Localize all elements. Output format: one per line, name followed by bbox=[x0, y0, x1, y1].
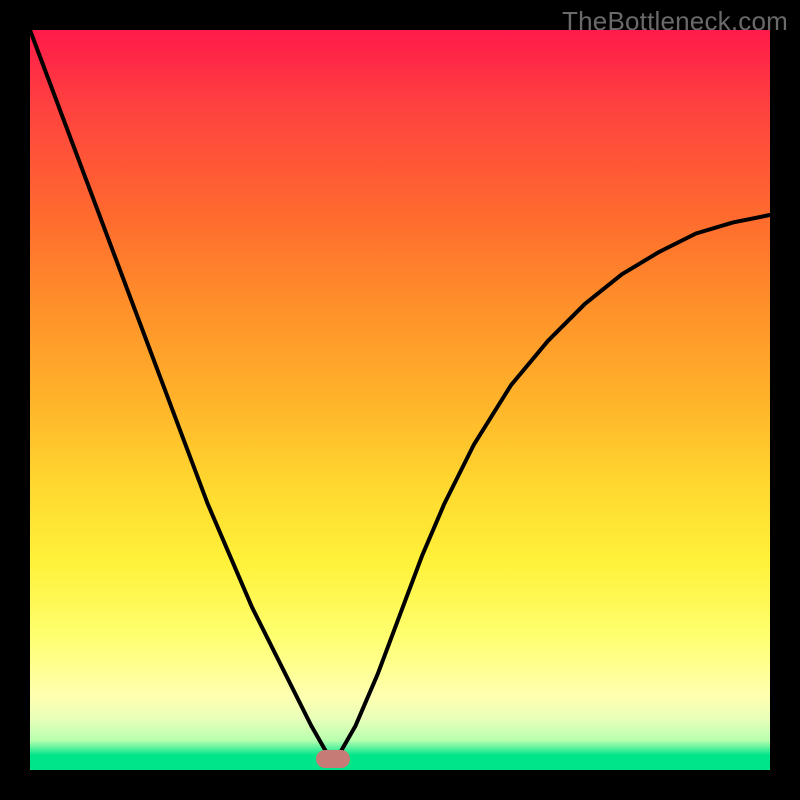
outer-frame: TheBottleneck.com bbox=[0, 0, 800, 800]
gradient-background bbox=[30, 30, 770, 770]
plot-area bbox=[30, 30, 770, 770]
